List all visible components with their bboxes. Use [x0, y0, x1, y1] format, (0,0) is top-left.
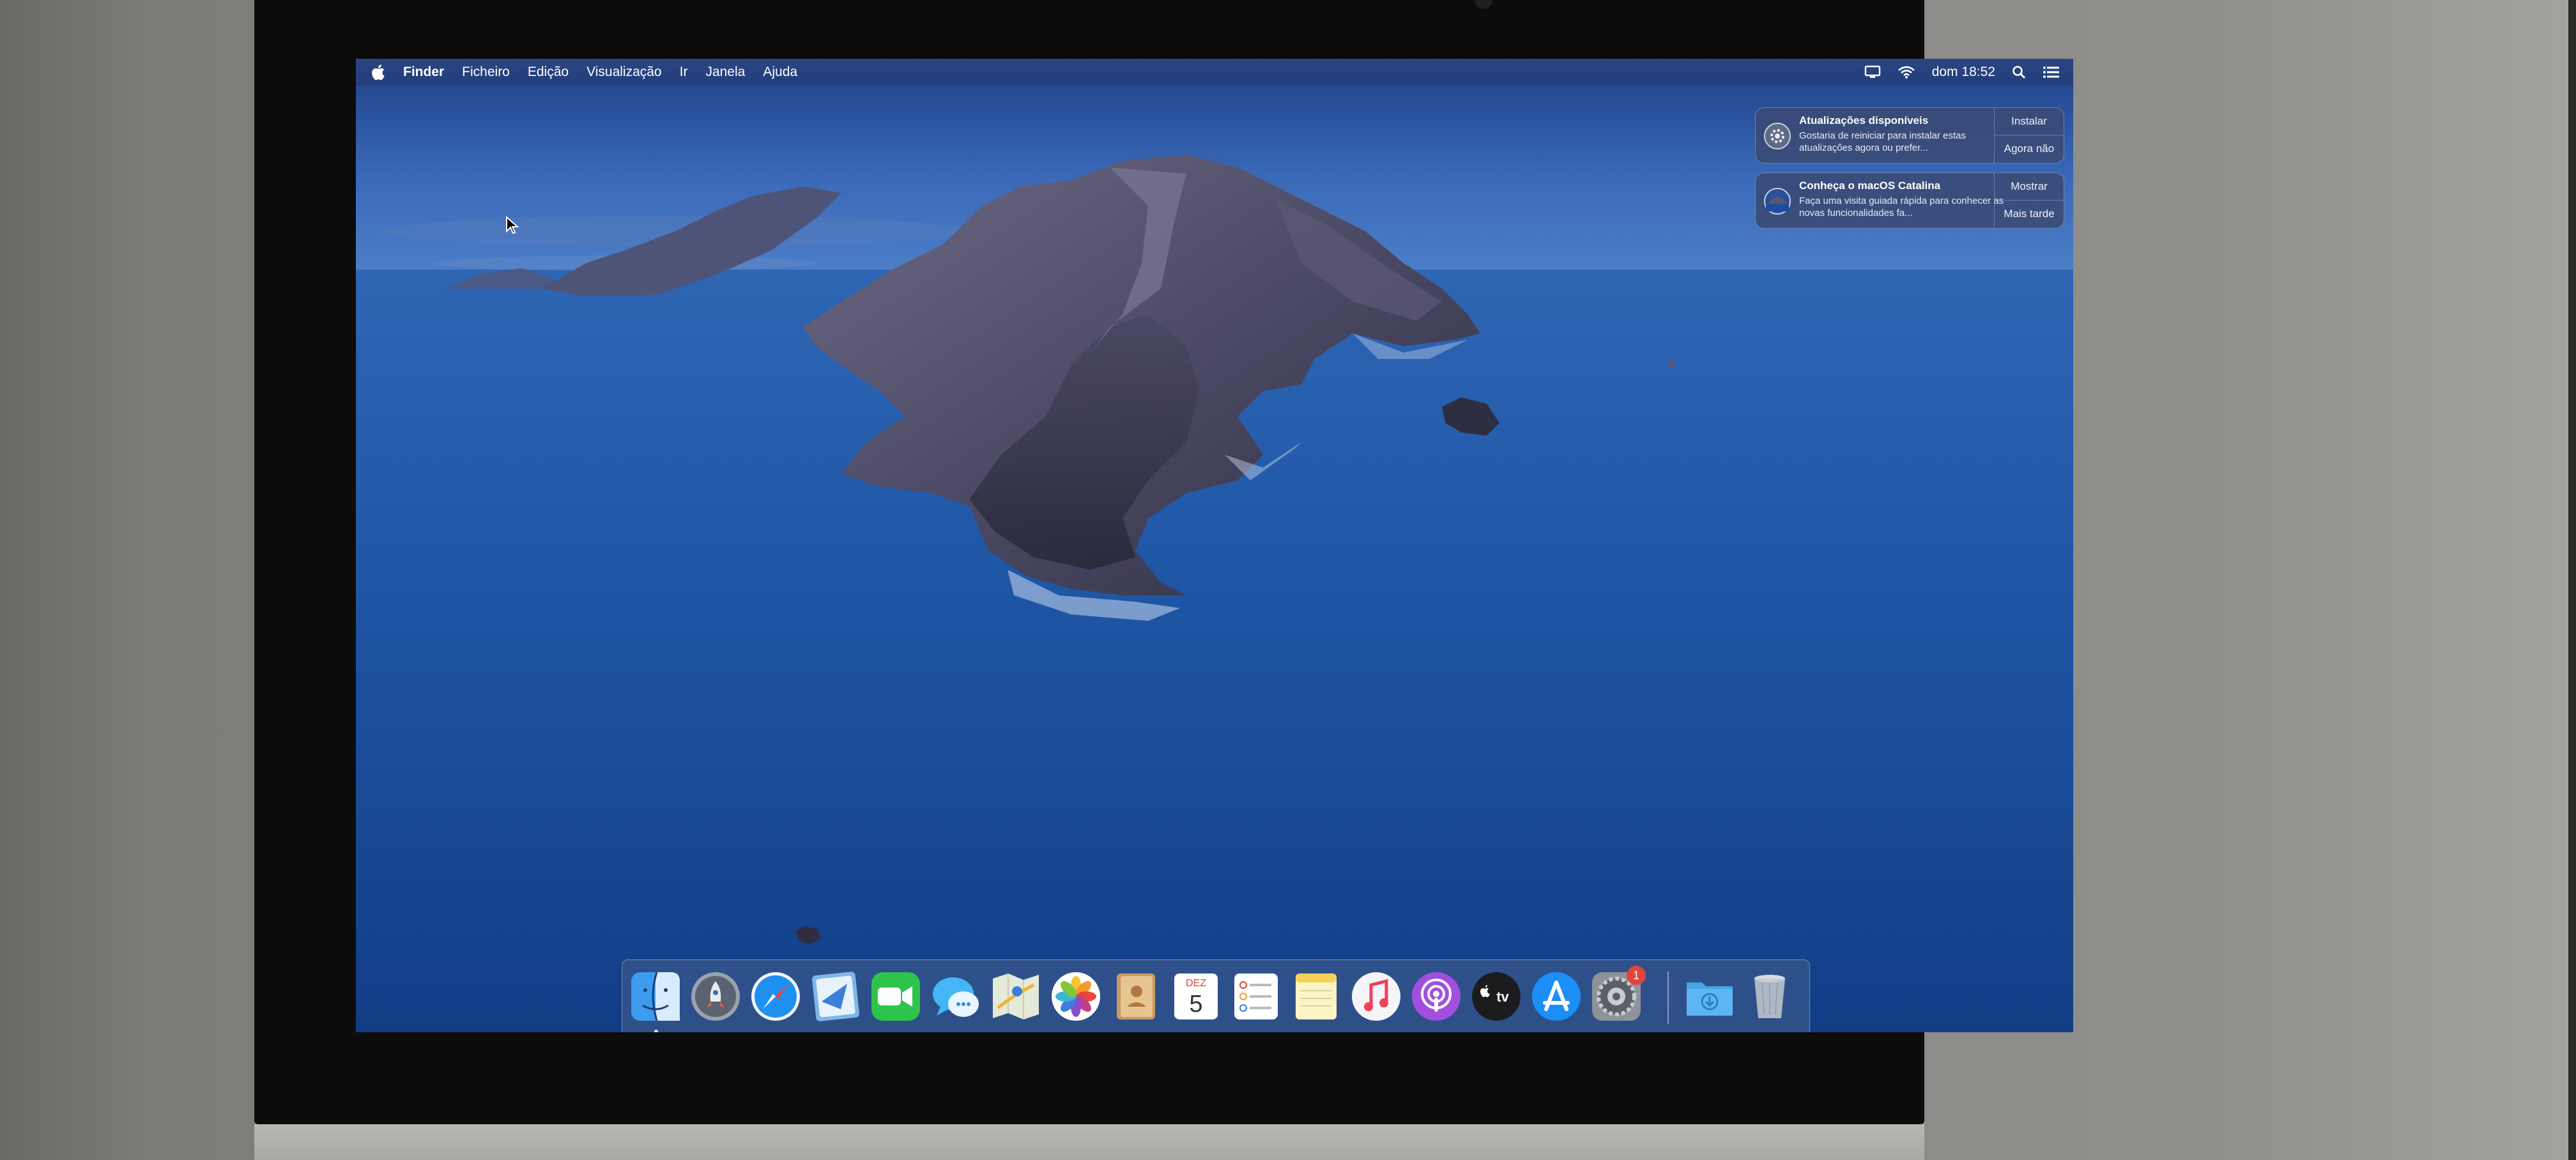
podcasts-icon	[1412, 972, 1460, 1021]
notification-title: Atualizações disponíveis	[1799, 114, 1929, 126]
dock-apple-tv[interactable]: tv	[1469, 970, 1523, 1023]
dock-contacts[interactable]	[1109, 970, 1163, 1023]
messages-icon	[933, 977, 979, 1017]
camera	[1475, 0, 1492, 9]
trash-icon	[1754, 975, 1785, 1018]
menu-ajuda[interactable]: Ajuda	[763, 65, 797, 80]
mail-icon	[812, 972, 859, 1021]
facetime-icon	[871, 972, 920, 1021]
dock-launchpad[interactable]	[689, 970, 742, 1023]
install-button[interactable]: Instalar	[1995, 108, 2064, 135]
svg-text:5: 5	[1189, 991, 1202, 1018]
svg-text:DEZ: DEZ	[1186, 978, 1206, 989]
menu-ir[interactable]: Ir	[680, 65, 688, 80]
running-indicator	[654, 1030, 658, 1032]
dock: DEZ 5 tv 1	[622, 959, 1810, 1032]
menu-visualizacao[interactable]: Visualização	[586, 65, 662, 80]
dock-photos[interactable]	[1049, 970, 1103, 1023]
launchpad-icon	[691, 972, 740, 1021]
menu-bar: Finder Ficheiro Edição Visualização Ir J…	[356, 59, 2073, 86]
notification-updates[interactable]: Atualizações disponíveis Gostaria de rei…	[1755, 107, 2064, 164]
apple-tv-icon: tv	[1472, 972, 1521, 1021]
dock-finder[interactable]	[629, 970, 682, 1032]
music-icon	[1352, 972, 1400, 1021]
dock-podcasts[interactable]	[1409, 970, 1463, 1023]
dock-calendar[interactable]: DEZ 5	[1169, 970, 1223, 1023]
notification-badge: 1	[1627, 966, 1646, 985]
notification-body: Faça uma visita guiada rápida para conhe…	[1799, 195, 2004, 218]
dock-safari[interactable]	[749, 970, 802, 1023]
notification-body: Gostaria de reiniciar para instalar esta…	[1799, 130, 1966, 153]
notification-center-icon[interactable]	[2043, 65, 2060, 79]
spotlight-search-icon[interactable]	[2012, 65, 2026, 79]
notes-icon	[1296, 973, 1337, 1019]
menu-janela[interactable]: Janela	[705, 65, 745, 80]
finder-icon	[631, 972, 680, 1021]
imac-chin	[254, 1124, 1924, 1160]
desktop-screen: Finder Ficheiro Edição Visualização Ir J…	[356, 59, 2073, 1032]
dock-separator	[1667, 972, 1669, 1024]
contacts-icon	[1117, 973, 1155, 1019]
dock-maps[interactable]	[989, 970, 1043, 1023]
notification-catalina-tour[interactable]: Conheça o macOS Catalina Faça uma visita…	[1755, 172, 2064, 229]
wall-edge	[2568, 0, 2576, 1160]
menu-finder[interactable]: Finder	[403, 65, 444, 80]
menu-edicao[interactable]: Edição	[528, 65, 569, 80]
reminders-icon	[1234, 973, 1278, 1019]
mouse-pointer-icon	[506, 216, 519, 234]
dock-downloads[interactable]	[1683, 970, 1736, 1023]
maps-icon	[993, 973, 1039, 1019]
catalina-icon	[1764, 188, 1791, 215]
dock-trash[interactable]	[1743, 970, 1797, 1023]
svg-text:tv: tv	[1496, 989, 1509, 1005]
calendar-icon: DEZ 5	[1174, 973, 1218, 1019]
notification-title: Conheça o macOS Catalina	[1799, 179, 1941, 192]
show-button[interactable]: Mostrar	[1995, 173, 2064, 200]
downloads-folder-icon	[1687, 982, 1733, 1016]
later-button[interactable]: Mais tarde	[1995, 200, 2064, 227]
apple-menu-icon[interactable]	[370, 63, 385, 81]
dock-mail[interactable]	[809, 970, 862, 1023]
safari-icon	[751, 972, 800, 1021]
dock-notes[interactable]	[1289, 970, 1343, 1023]
wifi-icon[interactable]	[1897, 65, 1915, 79]
menu-bar-clock[interactable]: dom 18:52	[1932, 65, 1995, 80]
menu-ficheiro[interactable]: Ficheiro	[462, 65, 510, 80]
not-now-button[interactable]: Agora não	[1995, 135, 2064, 162]
photos-icon	[1052, 972, 1100, 1021]
dock-app-store[interactable]	[1529, 970, 1583, 1023]
dock-facetime[interactable]	[869, 970, 923, 1023]
dock-system-preferences[interactable]: 1	[1590, 966, 1646, 1023]
dock-messages[interactable]	[929, 970, 983, 1023]
software-update-gear-icon	[1764, 123, 1791, 149]
dock-music[interactable]	[1349, 970, 1403, 1023]
app-store-icon	[1532, 972, 1581, 1021]
dock-reminders[interactable]	[1229, 970, 1283, 1023]
menu-bar-status-area: dom 18:52	[1848, 59, 2060, 86]
display-mirroring-icon[interactable]	[1864, 65, 1881, 79]
